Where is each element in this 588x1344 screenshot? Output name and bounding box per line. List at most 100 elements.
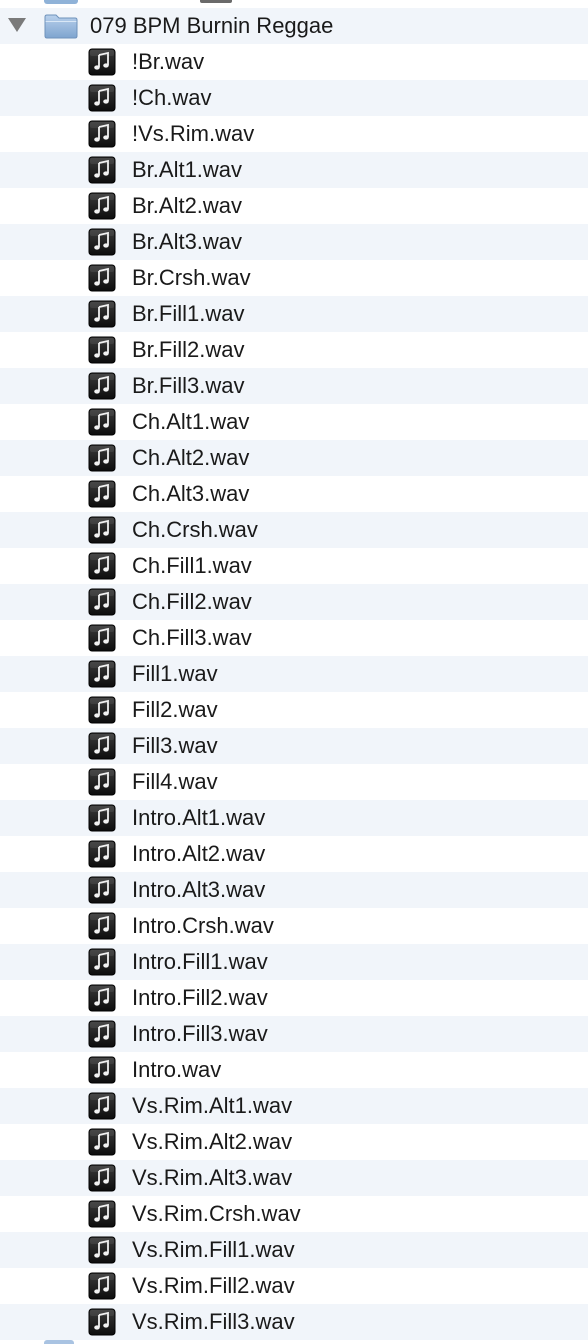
audio-file-icon — [88, 1020, 116, 1048]
audio-file-icon — [88, 984, 116, 1012]
next-row-sliver — [0, 1340, 588, 1344]
file-row[interactable]: Fill2.wav — [0, 692, 588, 728]
file-row[interactable]: !Br.wav — [0, 44, 588, 80]
audio-file-icon — [88, 300, 116, 328]
audio-file-icon — [88, 1128, 116, 1156]
file-name: Vs.Rim.Alt3.wav — [132, 1165, 293, 1190]
file-name: Ch.Crsh.wav — [132, 517, 258, 542]
file-row[interactable]: Intro.Alt3.wav — [0, 872, 588, 908]
file-row[interactable]: !Ch.wav — [0, 80, 588, 116]
file-row[interactable]: Vs.Rim.Fill2.wav — [0, 1268, 588, 1304]
file-name: Ch.Fill3.wav — [132, 625, 252, 650]
file-name: !Vs.Rim.wav — [132, 121, 255, 146]
audio-file-icon — [88, 516, 116, 544]
file-row[interactable]: Ch.Alt3.wav — [0, 476, 588, 512]
file-row[interactable]: Br.Alt3.wav — [0, 224, 588, 260]
audio-file-icon — [88, 1092, 116, 1120]
file-name: Br.Alt1.wav — [132, 157, 243, 182]
file-row[interactable]: Intro.Alt2.wav — [0, 836, 588, 872]
audio-file-icon — [88, 588, 116, 616]
file-row[interactable]: Ch.Alt1.wav — [0, 404, 588, 440]
file-name: Ch.Alt2.wav — [132, 445, 250, 470]
partial-folder-icon — [44, 1340, 74, 1344]
audio-file-icon — [88, 156, 116, 184]
file-row[interactable]: Br.Fill2.wav — [0, 332, 588, 368]
disclosure-triangle-icon[interactable] — [8, 18, 26, 32]
file-name: Intro.wav — [132, 1057, 222, 1082]
file-row[interactable]: Intro.wav — [0, 1052, 588, 1088]
audio-file-icon — [88, 372, 116, 400]
file-row[interactable]: Ch.Crsh.wav — [0, 512, 588, 548]
audio-file-icon — [88, 336, 116, 364]
partial-text — [200, 0, 232, 3]
file-row[interactable]: Vs.Rim.Alt2.wav — [0, 1124, 588, 1160]
file-name: Intro.Alt2.wav — [132, 841, 266, 866]
audio-file-icon — [88, 444, 116, 472]
file-name: Ch.Alt1.wav — [132, 409, 250, 434]
file-name: Vs.Rim.Fill2.wav — [132, 1273, 295, 1298]
file-row[interactable]: Fill4.wav — [0, 764, 588, 800]
audio-file-icon — [88, 1272, 116, 1300]
file-name: Fill2.wav — [132, 697, 218, 722]
file-name: Vs.Rim.Alt2.wav — [132, 1129, 293, 1154]
file-row[interactable]: Vs.Rim.Alt1.wav — [0, 1088, 588, 1124]
audio-file-icon — [88, 48, 116, 76]
file-row[interactable]: Ch.Fill1.wav — [0, 548, 588, 584]
folder-row[interactable]: 079 BPM Burnin Reggae — [0, 8, 588, 44]
file-row[interactable]: Intro.Fill1.wav — [0, 944, 588, 980]
finder-list-view: 079 BPM Burnin Reggae !Br.wav !Ch.wav !Vs.… — [0, 0, 588, 1344]
file-row[interactable]: Br.Crsh.wav — [0, 260, 588, 296]
folder-name: 079 BPM Burnin Reggae — [90, 13, 334, 38]
file-name: Fill1.wav — [132, 661, 218, 686]
file-name: !Ch.wav — [132, 85, 212, 110]
audio-file-icon — [88, 228, 116, 256]
file-name: Br.Fill1.wav — [132, 301, 245, 326]
file-name: Intro.Fill3.wav — [132, 1021, 268, 1046]
file-row[interactable]: Br.Alt2.wav — [0, 188, 588, 224]
file-name: Intro.Alt3.wav — [132, 877, 266, 902]
file-row[interactable]: Fill3.wav — [0, 728, 588, 764]
audio-file-icon — [88, 408, 116, 436]
file-row[interactable]: Vs.Rim.Fill1.wav — [0, 1232, 588, 1268]
file-row[interactable]: Ch.Alt2.wav — [0, 440, 588, 476]
file-name: Vs.Rim.Alt1.wav — [132, 1093, 293, 1118]
file-row[interactable]: Ch.Fill2.wav — [0, 584, 588, 620]
file-name: Br.Alt3.wav — [132, 229, 243, 254]
file-name: Intro.Fill2.wav — [132, 985, 268, 1010]
partial-folder-icon — [44, 0, 78, 4]
file-row[interactable]: Intro.Alt1.wav — [0, 800, 588, 836]
file-row[interactable]: Ch.Fill3.wav — [0, 620, 588, 656]
audio-file-icon — [88, 552, 116, 580]
file-name: Fill4.wav — [132, 769, 218, 794]
file-row[interactable]: Intro.Fill2.wav — [0, 980, 588, 1016]
file-row[interactable]: Intro.Crsh.wav — [0, 908, 588, 944]
audio-file-icon — [88, 732, 116, 760]
file-row[interactable]: Vs.Rim.Alt3.wav — [0, 1160, 588, 1196]
file-name: Vs.Rim.Crsh.wav — [132, 1201, 301, 1226]
audio-file-icon — [88, 120, 116, 148]
audio-file-icon — [88, 1308, 116, 1336]
file-name: Intro.Alt1.wav — [132, 805, 266, 830]
file-row[interactable]: !Vs.Rim.wav — [0, 116, 588, 152]
file-row[interactable]: Vs.Rim.Fill3.wav — [0, 1304, 588, 1340]
audio-file-icon — [88, 1200, 116, 1228]
audio-file-icon — [88, 264, 116, 292]
folder-icon — [44, 14, 78, 39]
file-row[interactable]: Br.Fill3.wav — [0, 368, 588, 404]
audio-file-icon — [88, 480, 116, 508]
file-name: Ch.Fill2.wav — [132, 589, 252, 614]
file-name: Ch.Fill1.wav — [132, 553, 252, 578]
file-name: Vs.Rim.Fill3.wav — [132, 1309, 295, 1334]
file-name: Intro.Fill1.wav — [132, 949, 268, 974]
audio-file-icon — [88, 660, 116, 688]
audio-file-icon — [88, 1056, 116, 1084]
audio-file-icon — [88, 876, 116, 904]
file-row[interactable]: Vs.Rim.Crsh.wav — [0, 1196, 588, 1232]
file-row[interactable]: Br.Alt1.wav — [0, 152, 588, 188]
file-row[interactable]: Fill1.wav — [0, 656, 588, 692]
file-name: Vs.Rim.Fill1.wav — [132, 1237, 295, 1262]
file-name: Br.Fill3.wav — [132, 373, 245, 398]
file-row[interactable]: Intro.Fill3.wav — [0, 1016, 588, 1052]
audio-file-icon — [88, 1236, 116, 1264]
file-row[interactable]: Br.Fill1.wav — [0, 296, 588, 332]
